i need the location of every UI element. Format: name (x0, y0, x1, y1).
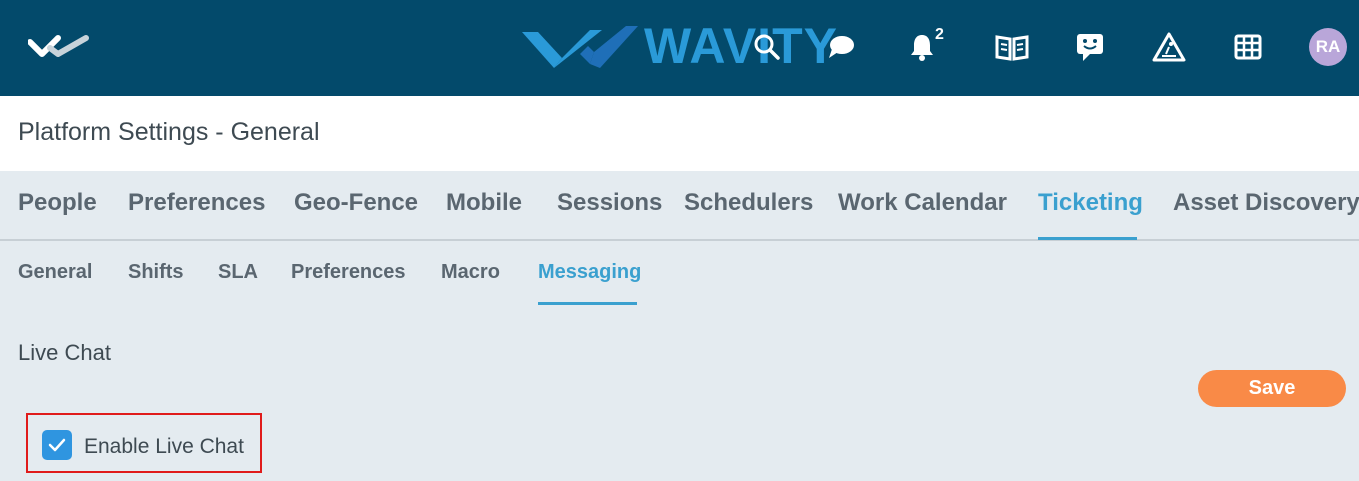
tab-schedulers[interactable]: Schedulers (684, 189, 813, 217)
tab-sessions[interactable]: Sessions (557, 189, 662, 217)
home-logo-icon[interactable] (27, 34, 90, 60)
brand-logo: WAVITY (522, 18, 842, 74)
brand-name: WAVITY (644, 18, 838, 74)
active-tab-indicator (1038, 237, 1137, 240)
checkmark-icon (48, 438, 66, 452)
active-subtab-indicator (538, 302, 637, 305)
section-title-live-chat: Live Chat (18, 340, 111, 365)
top-nav-bar: WAVITY 2 RA (0, 0, 1359, 96)
subtab-general[interactable]: General (18, 261, 92, 284)
construction-icon[interactable] (1152, 30, 1186, 64)
page-title: Platform Settings - General (18, 118, 320, 146)
bell-icon[interactable] (905, 30, 939, 64)
subtab-macro[interactable]: Macro (441, 261, 500, 284)
subtab-preferences[interactable]: Preferences (291, 261, 406, 284)
chat-icon[interactable] (824, 30, 858, 64)
tab-ticketing[interactable]: Ticketing (1038, 189, 1143, 217)
title-bar: Platform Settings - General (0, 96, 1359, 171)
sub-tabs: General Shifts SLA Preferences Macro Mes… (0, 243, 1359, 307)
subtab-sla[interactable]: SLA (218, 261, 258, 284)
enable-live-chat-checkbox[interactable] (42, 430, 72, 460)
save-button[interactable]: Save (1198, 370, 1346, 407)
tab-work-calendar[interactable]: Work Calendar (838, 189, 1007, 217)
tab-asset-discovery[interactable]: Asset Discovery (1173, 189, 1359, 217)
enable-live-chat-label[interactable]: Enable Live Chat (84, 435, 244, 459)
brand-mark-icon (522, 26, 638, 68)
feedback-icon[interactable] (1073, 30, 1107, 64)
subtab-shifts[interactable]: Shifts (128, 261, 184, 284)
tab-geo-fence[interactable]: Geo-Fence (294, 189, 418, 217)
notification-badge: 2 (935, 26, 944, 43)
search-icon[interactable] (750, 30, 784, 64)
apps-grid-icon[interactable] (1231, 30, 1265, 64)
tab-people[interactable]: People (18, 189, 97, 217)
subtab-messaging[interactable]: Messaging (538, 261, 641, 284)
book-icon[interactable] (995, 30, 1029, 64)
main-tabs: People Preferences Geo-Fence Mobile Sess… (0, 171, 1359, 241)
avatar[interactable]: RA (1309, 28, 1347, 66)
tab-preferences[interactable]: Preferences (128, 189, 265, 217)
tab-mobile[interactable]: Mobile (446, 189, 522, 217)
